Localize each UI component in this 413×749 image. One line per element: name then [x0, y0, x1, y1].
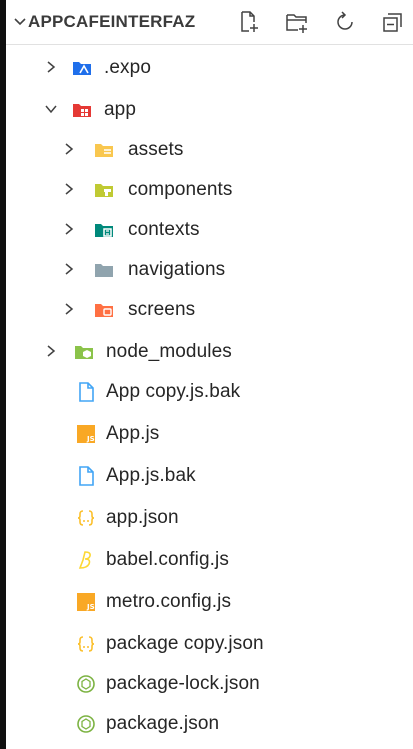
tree-item-assets[interactable]: assets [6, 130, 413, 170]
assets-folder-icon [95, 144, 113, 157]
tree-item-label: contexts [128, 219, 200, 240]
json-icon [77, 510, 95, 526]
npm-icon [77, 675, 95, 693]
chevron-down-icon[interactable] [44, 102, 58, 116]
components-folder-icon [95, 184, 113, 197]
explorer-actions [237, 10, 413, 34]
tree-item-label: package-lock.json [106, 673, 260, 694]
tree-item-label: package.json [106, 713, 220, 734]
tree-item-app-json[interactable]: app.json [6, 498, 413, 538]
chevron-right-icon[interactable] [62, 302, 76, 316]
collapse-all-icon[interactable] [381, 10, 405, 34]
folder-icon [95, 264, 113, 277]
tree-item-node-modules[interactable]: node_modules [6, 332, 413, 372]
tree-item-expo[interactable]: .expo [6, 48, 413, 88]
tree-item-label: app [104, 99, 137, 120]
tree-item-package-json[interactable]: package.json [6, 704, 413, 744]
tree-item-app-js[interactable]: JS App.js [6, 414, 413, 454]
chevron-right-icon[interactable] [62, 182, 76, 196]
npm-icon [77, 715, 95, 733]
node-modules-folder-icon [75, 346, 93, 359]
tree-item-label: App.js [106, 423, 160, 444]
babel-icon [78, 551, 91, 569]
tree-item-label: navigations [128, 259, 226, 280]
app-folder-icon [73, 104, 91, 117]
tree-item-label: assets [128, 139, 184, 160]
svg-text:JS: JS [86, 603, 95, 611]
tree-item-label: metro.config.js [106, 591, 232, 612]
explorer-header[interactable]: APPCAFEINTERFAZ [6, 0, 413, 45]
tree-item-label: node_modules [106, 341, 232, 362]
chevron-right-icon[interactable] [62, 222, 76, 236]
screens-folder-icon [95, 304, 113, 317]
tree-item-label: app.json [106, 507, 179, 528]
javascript-icon: JS [77, 425, 95, 443]
tree-item-label: screens [128, 299, 196, 320]
tree-item-label: .expo [104, 57, 151, 78]
tree-item-label: App copy.js.bak [106, 381, 241, 402]
tree-item-metro-config-js[interactable]: JS metro.config.js [6, 582, 413, 622]
tree-item-label: babel.config.js [106, 549, 229, 570]
tree-item-label: package copy.json [106, 633, 264, 654]
chevron-right-icon[interactable] [62, 262, 76, 276]
tree-item-components[interactable]: components [6, 170, 413, 210]
tree-item-babel-config-js[interactable]: babel.config.js [6, 540, 413, 580]
chevron-right-icon[interactable] [44, 60, 58, 74]
refresh-icon[interactable] [333, 10, 357, 34]
tree-item-package-lock-json[interactable]: package-lock.json [6, 664, 413, 704]
svg-text:JS: JS [86, 435, 95, 443]
new-file-icon[interactable] [237, 10, 261, 34]
tree-item-navigations[interactable]: navigations [6, 250, 413, 290]
new-folder-icon[interactable] [285, 10, 309, 34]
expo-folder-icon [73, 62, 91, 75]
file-icon [79, 382, 94, 402]
file-explorer: APPCAFEINTERFAZ .expo app assets compone… [0, 0, 413, 749]
tree-item-app-js-bak[interactable]: App.js.bak [6, 456, 413, 496]
tree-item-contexts[interactable]: contexts [6, 210, 413, 250]
chevron-down-icon[interactable] [12, 14, 28, 30]
tree-item-package-copy-json[interactable]: package copy.json [6, 624, 413, 664]
tree-item-label: components [128, 179, 233, 200]
tree-item-label: App.js.bak [106, 465, 196, 486]
chevron-right-icon[interactable] [44, 344, 58, 358]
tree-item-screens[interactable]: screens [6, 290, 413, 330]
explorer-title[interactable]: APPCAFEINTERFAZ [28, 12, 195, 32]
json-icon [77, 636, 95, 652]
contexts-folder-icon [95, 224, 113, 237]
chevron-right-icon[interactable] [62, 142, 76, 156]
javascript-icon: JS [77, 593, 95, 611]
file-icon [79, 466, 94, 486]
tree-item-app-copy-js-bak[interactable]: App copy.js.bak [6, 372, 413, 412]
tree-item-app[interactable]: app [6, 90, 413, 130]
